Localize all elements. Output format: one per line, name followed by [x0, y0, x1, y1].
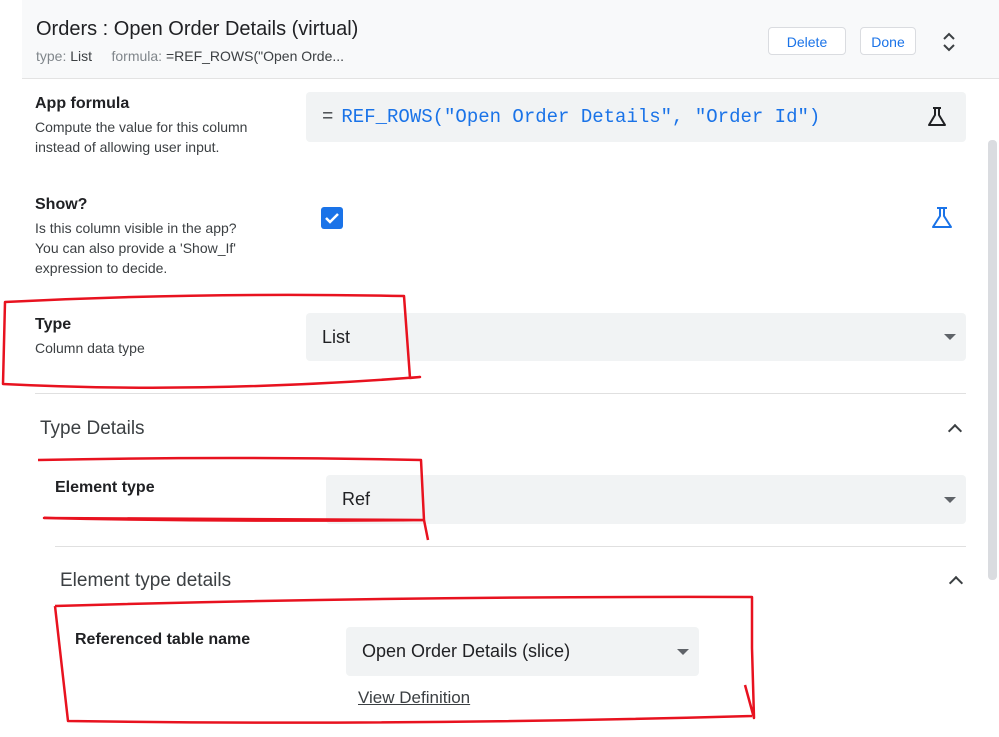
app-formula-description: Compute the value for this column instea…	[35, 117, 247, 157]
formula-label: formula:	[111, 48, 163, 64]
flask-icon[interactable]	[926, 105, 948, 129]
formula-value: =REF_ROWS("Open Orde...	[165, 48, 345, 64]
show-desc-line: Is this column visible in the app?	[35, 220, 237, 236]
scrollbar-thumb[interactable]	[988, 140, 997, 580]
app-formula-desc-line: Compute the value for this column	[35, 119, 248, 135]
type-select[interactable]: List	[306, 313, 966, 361]
app-formula-input[interactable]: = REF_ROWS("Open Order Details", "Order I…	[306, 92, 966, 142]
show-desc-line: expression to decide.	[35, 260, 168, 276]
flask-icon[interactable]	[930, 205, 954, 231]
element-type-details-title: Element type details	[60, 570, 232, 591]
dropdown-arrow-icon	[677, 648, 689, 655]
referenced-table-value: Open Order Details (slice)	[362, 641, 571, 661]
type-details-title: Type Details	[40, 418, 145, 439]
show-label: Show?	[35, 196, 88, 213]
dropdown-arrow-icon	[944, 496, 956, 503]
show-desc-line: You can also provide a 'Show_If'	[35, 240, 236, 256]
app-formula-label: App formula	[35, 95, 130, 112]
divider	[55, 546, 966, 547]
show-description: Is this column visible in the app? You c…	[35, 218, 237, 278]
equals-sign: =	[322, 106, 334, 128]
type-label: Type	[35, 316, 72, 333]
app-formula-desc-line: instead of allowing user input.	[35, 139, 220, 155]
element-type-select[interactable]: Ref	[326, 475, 966, 524]
element-type-value: Ref	[342, 489, 371, 509]
show-checkbox[interactable]	[321, 207, 343, 229]
unfold-more-icon[interactable]	[939, 30, 959, 54]
formula-expression: REF_ROWS("Open Order Details", "Order Id…	[341, 106, 821, 128]
referenced-table-select[interactable]: Open Order Details (slice)	[346, 627, 699, 676]
element-type-label: Element type	[55, 479, 155, 496]
done-button[interactable]: Done	[860, 27, 916, 55]
type-value: List	[70, 48, 93, 64]
type-select-value: List	[322, 327, 351, 347]
checkmark-icon	[325, 213, 339, 224]
referenced-table-label: Referenced table name	[75, 631, 251, 648]
divider	[35, 393, 966, 394]
dropdown-arrow-icon	[944, 334, 956, 340]
type-description: Column data type	[35, 340, 145, 356]
delete-button[interactable]: Delete	[768, 27, 846, 55]
column-summary: type: List formula: =REF_ROWS("Open Orde…	[36, 48, 344, 64]
view-definition-link[interactable]: View Definition	[358, 688, 470, 708]
column-title: Orders : Open Order Details (virtual)	[36, 18, 359, 40]
type-label: type:	[36, 48, 67, 64]
